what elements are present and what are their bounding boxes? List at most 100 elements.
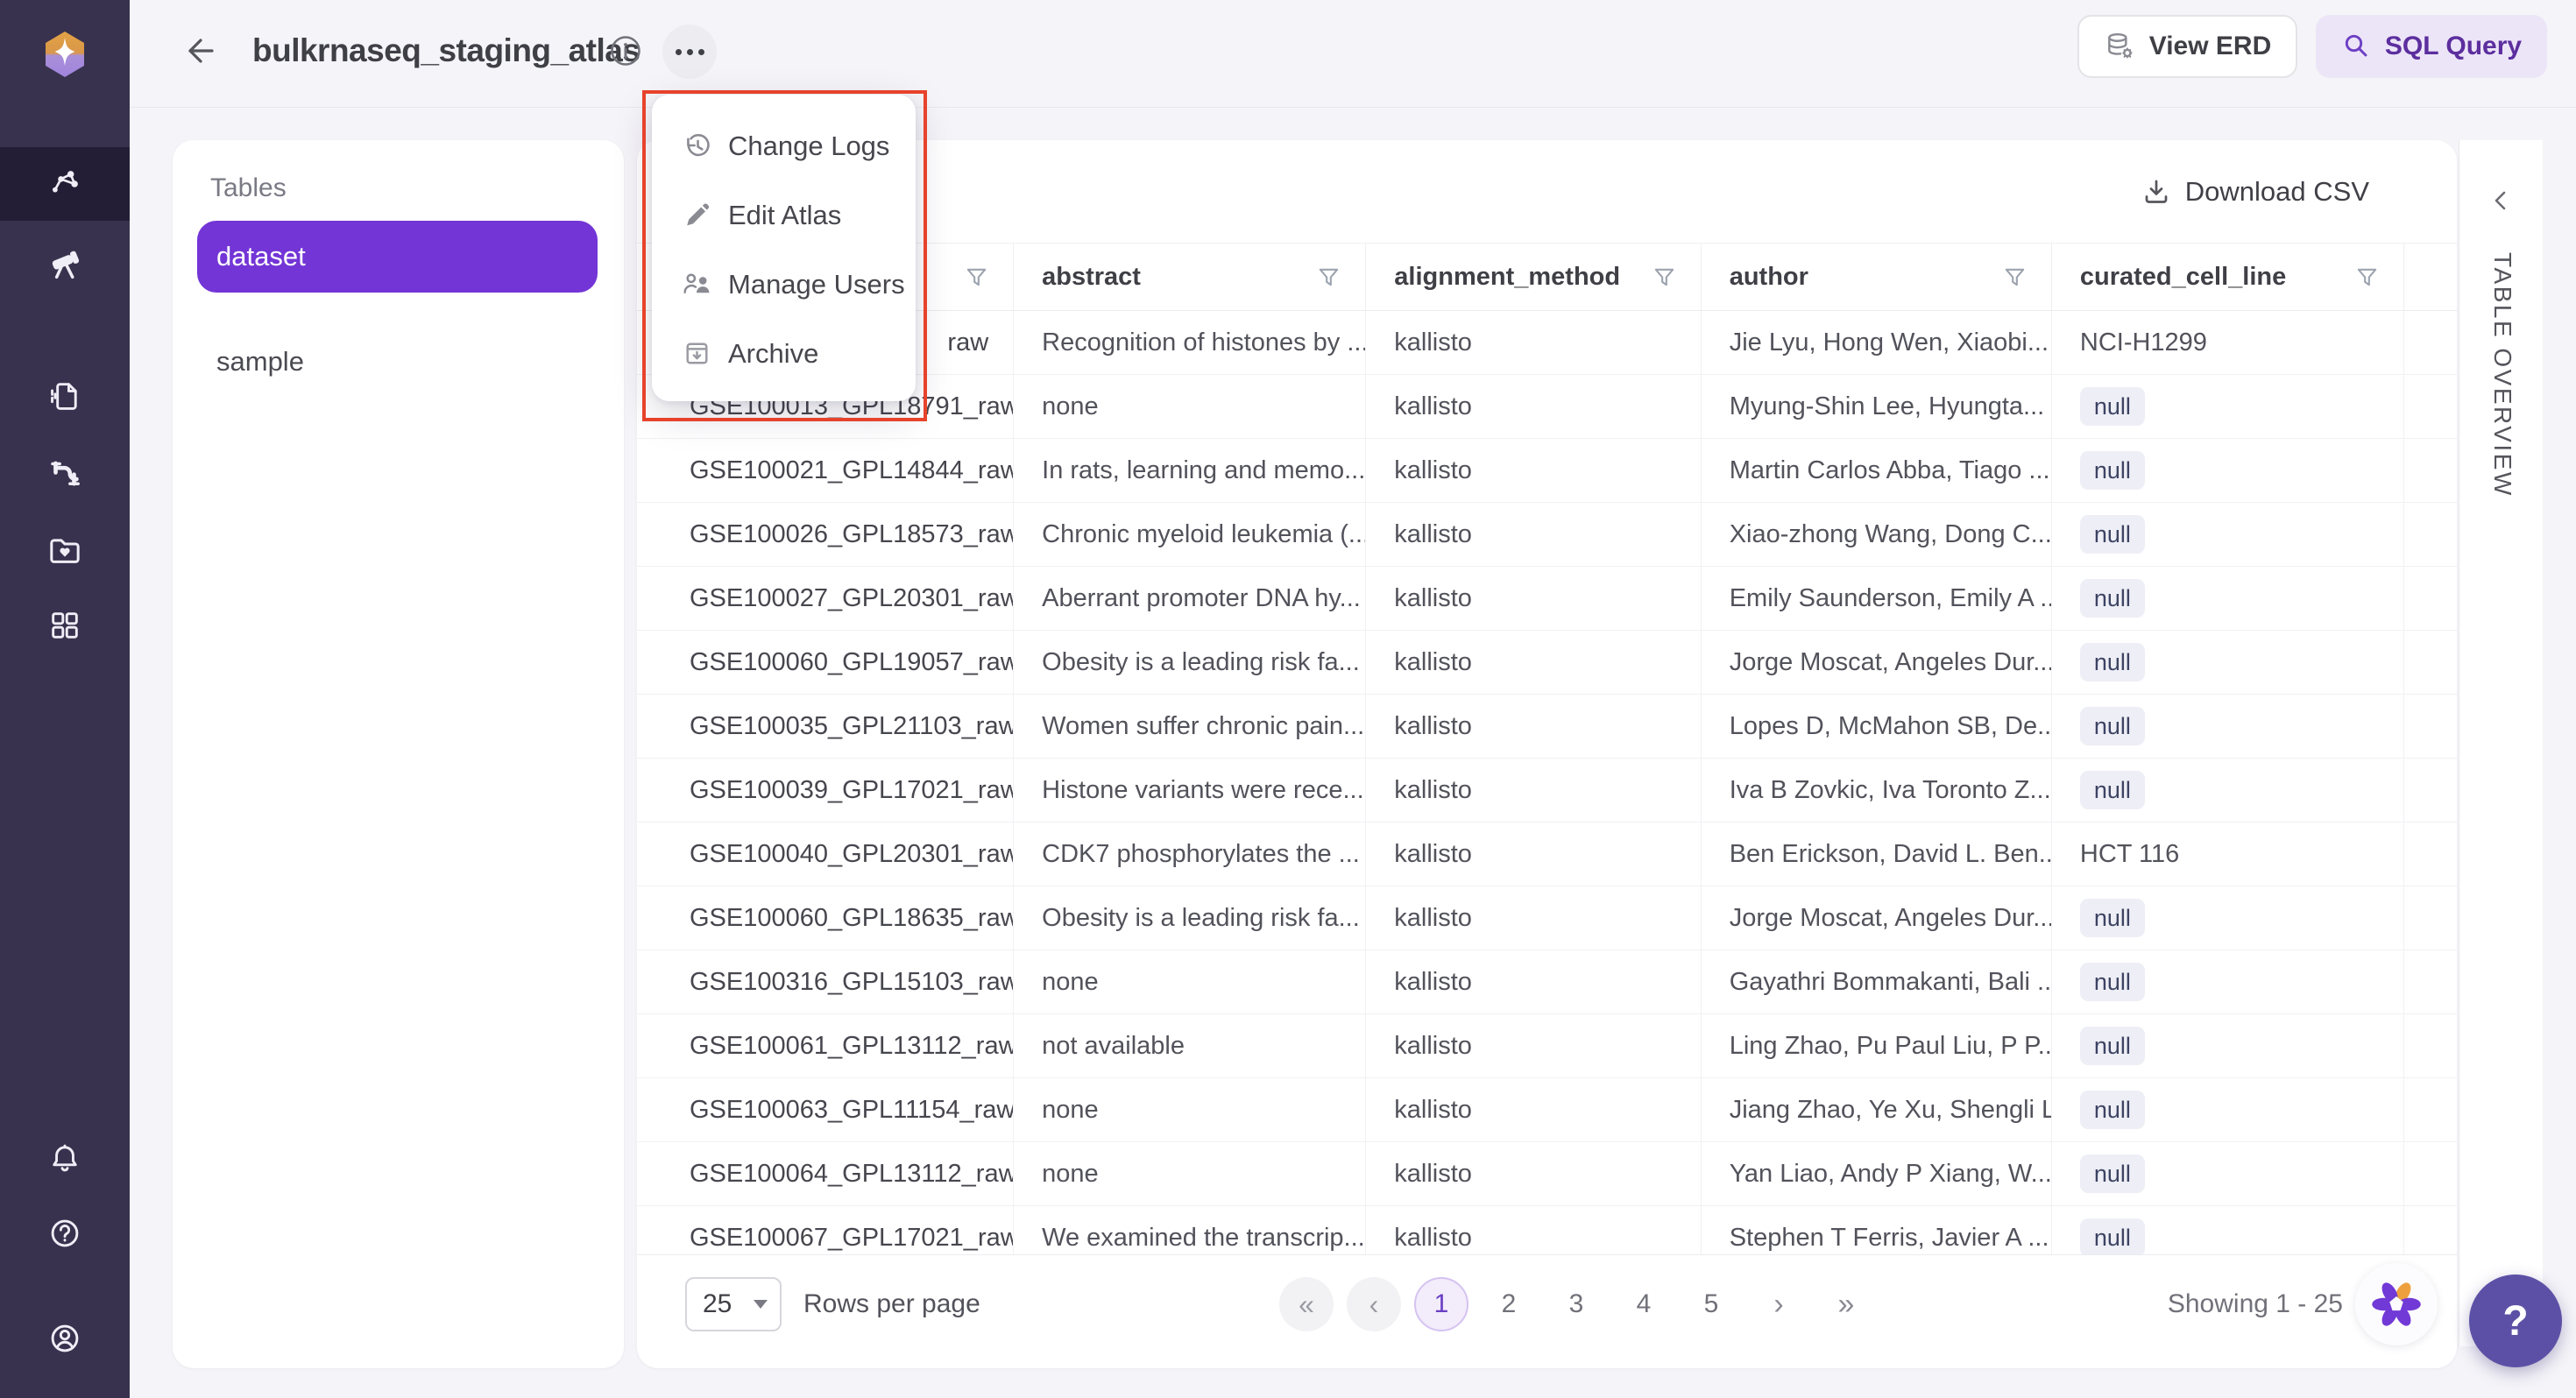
spacer-cell	[2404, 759, 2457, 822]
author-cell: Yan Liao, Andy P Xiang, W...	[1702, 1142, 2052, 1205]
menu-item-change-logs[interactable]: Change Logs	[652, 111, 916, 180]
network-icon[interactable]	[46, 165, 84, 203]
view-erd-label: View ERD	[2148, 32, 2272, 60]
column-header-alignment-method[interactable]: alignment_method	[1366, 244, 1702, 310]
author-cell: Gayathri Bommakanti, Bali ...	[1702, 950, 2052, 1013]
app-logo-gem-icon[interactable]	[40, 28, 89, 81]
column-header-author[interactable]: author	[1702, 244, 2052, 310]
curated-cell-line-cell: NCI-H1299	[2052, 311, 2405, 374]
menu-item-edit-atlas[interactable]: Edit Atlas	[652, 180, 916, 250]
folder-heart-icon[interactable]	[46, 531, 84, 569]
spacer-cell	[2404, 311, 2457, 374]
apps-grid-icon[interactable]	[46, 606, 84, 645]
table-row[interactable]: GSE100061_GPL13112_raw not available kalli…	[637, 1014, 2457, 1078]
menu-item-archive[interactable]: Archive	[652, 319, 916, 388]
curated-cell-line-cell: HCT 116	[2052, 823, 2405, 886]
null-badge: null	[2079, 1026, 2145, 1066]
file-text-icon[interactable]	[46, 377, 84, 415]
spacer-cell	[2404, 1206, 2457, 1254]
back-button[interactable]	[182, 33, 217, 68]
filter-funnel-icon[interactable]	[2355, 265, 2379, 289]
spacer-cell	[2404, 886, 2457, 950]
first-page-button[interactable]: «	[1279, 1277, 1334, 1331]
curated-cell-line-cell: null	[2052, 1206, 2405, 1254]
abstract-cell: none	[1014, 1142, 1367, 1205]
ellipsis-menu-button[interactable]	[662, 25, 717, 79]
filter-funnel-icon[interactable]	[2003, 265, 2027, 289]
chevron-left-icon[interactable]	[2486, 186, 2516, 215]
pipeline-icon[interactable]	[46, 454, 84, 492]
last-page-button[interactable]: »	[1819, 1277, 1873, 1331]
info-icon[interactable]	[609, 34, 642, 67]
page-button-2[interactable]: 2	[1482, 1277, 1536, 1331]
table-row[interactable]: GSE100063_GPL11154_raw none kallisto Jiang …	[637, 1078, 2457, 1142]
author-cell: Jorge Moscat, Angeles Dur...	[1702, 886, 2052, 950]
tables-panel: Tables dataset sample	[173, 140, 624, 1368]
dataset-id-cell: GSE100061_GPL13112_raw	[637, 1014, 1015, 1077]
column-header-curated-cell-line[interactable]: curated_cell_line	[2052, 244, 2405, 310]
abstract-cell: Aberrant promoter DNA hy...	[1014, 567, 1367, 630]
help-icon[interactable]	[46, 1214, 84, 1253]
abstract-cell: Obesity is a leading risk fa...	[1014, 886, 1367, 950]
table-row[interactable]: GSE100021_GPL14844_raw In rats, learning …	[637, 439, 2457, 503]
filter-funnel-icon[interactable]	[1317, 265, 1341, 289]
next-page-button[interactable]: ›	[1752, 1277, 1806, 1331]
table-overview-rail[interactable]: TABLE OVERVIEW	[2459, 140, 2543, 1346]
curated-cell-line-cell: null	[2052, 1142, 2405, 1205]
table-row[interactable]: GSE100060_GPL19057_raw Obesity is a leadi…	[637, 631, 2457, 695]
table-row[interactable]: GSE100026_GPL18573_raw Chronic myeloid le…	[637, 503, 2457, 567]
table-row[interactable]: GSE100035_GPL21103_raw Women suffer chron…	[637, 695, 2457, 759]
table-row[interactable]: GSE100040_GPL20301_raw CDK7 phosphorylate…	[637, 823, 2457, 886]
flower-logo-icon[interactable]	[2355, 1263, 2438, 1345]
rows-per-page-select[interactable]: 25	[685, 1277, 782, 1331]
table-row[interactable]: GSE100067_GPL17021_raw We examined the tr…	[637, 1206, 2457, 1254]
spacer-cell	[2404, 1142, 2457, 1205]
view-erd-button[interactable]: View ERD	[2077, 15, 2297, 78]
table-row[interactable]: GSE100316_GPL15103_raw none kallisto Gayath…	[637, 950, 2457, 1014]
archive-icon	[681, 337, 713, 370]
table-row[interactable]: GSE100064_GPL13112_raw none kallisto Yan Li…	[637, 1142, 2457, 1206]
column-header-spacer	[2404, 244, 2457, 310]
alignment-method-cell: kallisto	[1366, 950, 1702, 1013]
alignment-method-cell: kallisto	[1366, 567, 1702, 630]
page-button-5[interactable]: 5	[1684, 1277, 1738, 1331]
table-row[interactable]: GSE100027_GPL20301_raw Aberrant promoter …	[637, 567, 2457, 631]
alignment-method-cell: kallisto	[1366, 311, 1702, 374]
null-badge: null	[2079, 898, 2145, 938]
curated-cell-line-cell: null	[2052, 886, 2405, 950]
rows-per-page-label: Rows per page	[803, 1289, 980, 1318]
null-badge: null	[2079, 514, 2145, 554]
sidebar-item-dataset[interactable]: dataset	[197, 221, 598, 293]
filter-funnel-icon[interactable]	[965, 265, 988, 289]
table-row[interactable]: GSE100039_GPL17021_raw Histone variants w…	[637, 759, 2457, 823]
filter-funnel-icon[interactable]	[1652, 265, 1676, 289]
menu-item-manage-users[interactable]: Manage Users	[652, 250, 916, 319]
chevron-down-icon	[754, 1300, 768, 1309]
sql-query-button[interactable]: SQL Query	[2316, 15, 2547, 78]
account-icon[interactable]	[46, 1319, 84, 1358]
dataset-id-cell: GSE100060_GPL18635_raw	[637, 886, 1015, 950]
telescope-icon[interactable]	[46, 244, 84, 282]
table-row[interactable]: GSE100060_GPL18635_raw Obesity is a leadi…	[637, 886, 2457, 950]
download-csv-button[interactable]: Download CSV	[2185, 176, 2369, 208]
page-button-1[interactable]: 1	[1414, 1277, 1468, 1331]
null-badge: null	[2079, 642, 2145, 682]
sidebar-item-sample[interactable]: sample	[197, 326, 598, 398]
column-header-abstract[interactable]: abstract	[1014, 244, 1367, 310]
help-fab-button[interactable]: ?	[2469, 1274, 2562, 1367]
prev-page-button[interactable]: ‹	[1347, 1277, 1401, 1331]
page-button-4[interactable]: 4	[1617, 1277, 1671, 1331]
abstract-cell: not available	[1014, 1014, 1367, 1077]
alignment-method-cell: kallisto	[1366, 503, 1702, 566]
table-overview-label: TABLE OVERVIEW	[2489, 252, 2516, 498]
author-cell: Jorge Moscat, Angeles Dur...	[1702, 631, 2052, 694]
dataset-id-cell: GSE100316_GPL15103_raw	[637, 950, 1015, 1013]
page-button-3[interactable]: 3	[1549, 1277, 1603, 1331]
manage-users-icon	[681, 268, 713, 300]
alignment-method-cell: kallisto	[1366, 695, 1702, 758]
dataset-id-cell: GSE100067_GPL17021_raw	[637, 1206, 1015, 1254]
bell-icon[interactable]	[46, 1139, 84, 1177]
dataset-id-cell: GSE100021_GPL14844_raw	[637, 439, 1015, 502]
null-badge: null	[2079, 578, 2145, 618]
abstract-cell: Histone variants were rece...	[1014, 759, 1367, 822]
